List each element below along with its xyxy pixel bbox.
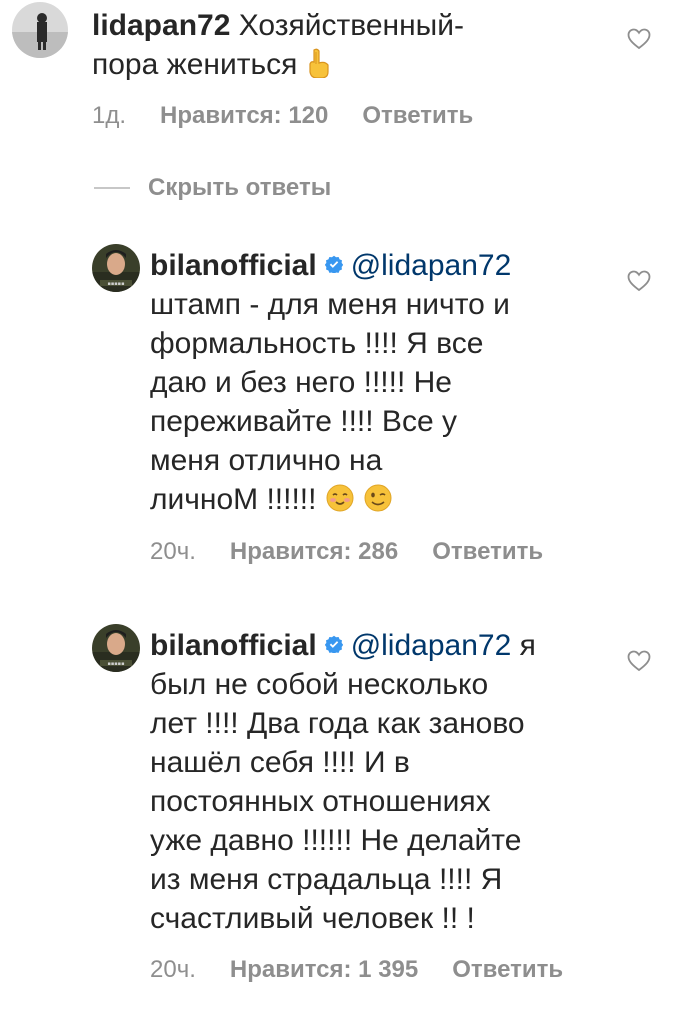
comment-line2: пора жениться: [92, 48, 306, 81]
reply-button[interactable]: Ответить: [452, 956, 563, 984]
comment-time: 20ч.: [150, 956, 196, 983]
verified-badge-icon: [324, 255, 343, 273]
comment-text: lidapan72 Хозяйственный-пора жениться: [92, 6, 612, 88]
heart-icon[interactable]: [627, 650, 651, 672]
heart-icon[interactable]: [627, 28, 651, 50]
svg-text:▪▪▪▪▪: ▪▪▪▪▪: [108, 661, 125, 667]
hide-replies-button[interactable]: Скрыть ответы: [94, 174, 331, 202]
avatar[interactable]: ▪▪▪▪▪: [92, 624, 140, 672]
mention-link[interactable]: @lidapan72: [351, 629, 512, 662]
svg-text:▪▪▪▪▪: ▪▪▪▪▪: [108, 281, 125, 287]
verified-badge-icon: [324, 635, 343, 653]
comment-meta: 20ч. Нравится: 286 Ответить: [150, 538, 543, 566]
comment-text: bilanofficial @lidapan72 штамп - для меня …: [150, 246, 620, 523]
username[interactable]: bilanofficial: [150, 249, 317, 282]
reply-button[interactable]: Ответить: [432, 538, 543, 566]
smiling-face-emoji-icon: [325, 483, 355, 523]
pointing-up-emoji-icon: [306, 48, 332, 88]
mention-link[interactable]: @lidapan72: [351, 249, 512, 282]
divider-line: [94, 187, 130, 189]
comment-meta: 1д. Нравится: 120 Ответить: [92, 102, 473, 130]
winking-face-emoji-icon: [363, 483, 393, 523]
likes-count[interactable]: Нравится: 1 395: [230, 956, 418, 984]
comment-body: штамп - для меня ничто и формальность !!…: [150, 288, 510, 516]
comment-line1: Хозяйственный-: [230, 9, 464, 42]
comment-meta: 20ч. Нравится: 1 395 Ответить: [150, 956, 563, 984]
avatar[interactable]: ▪▪▪▪▪: [92, 244, 140, 292]
comment-time: 1д.: [92, 102, 127, 129]
comment-body: был не собой несколько лет !!!! Два года…: [150, 668, 525, 935]
comment-text: bilanofficial @lidapan72 я был не собой не…: [150, 626, 620, 938]
hide-replies-label: Скрыть ответы: [148, 174, 332, 201]
username[interactable]: lidapan72: [92, 9, 230, 42]
heart-icon[interactable]: [627, 270, 651, 292]
reply-button[interactable]: Ответить: [362, 102, 473, 130]
comment-text-after-mention: я: [511, 629, 536, 662]
username[interactable]: bilanofficial: [150, 629, 317, 662]
likes-count[interactable]: Нравится: 120: [160, 102, 328, 130]
avatar[interactable]: [12, 2, 68, 58]
comment-time: 20ч.: [150, 538, 196, 565]
likes-count[interactable]: Нравится: 286: [230, 538, 398, 566]
